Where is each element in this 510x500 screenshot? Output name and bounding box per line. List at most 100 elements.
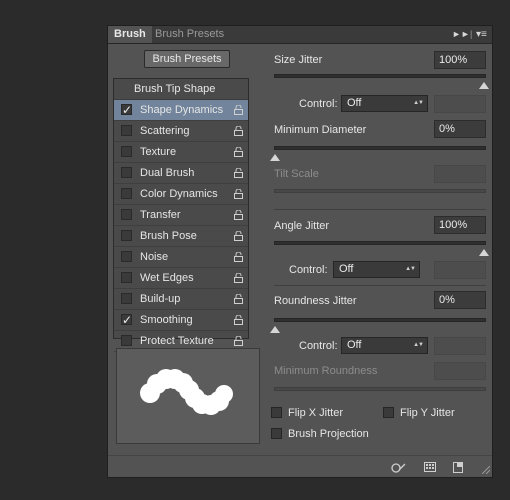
lock-icon[interactable]: [234, 252, 243, 262]
shape-dynamics-label: Shape Dynamics: [140, 104, 224, 116]
lock-icon[interactable]: [234, 231, 243, 241]
minimum-roundness-slider: [274, 387, 486, 391]
dual-brush-checkbox[interactable]: [121, 167, 132, 178]
scattering-checkbox[interactable]: [121, 125, 132, 136]
build-up-label: Build-up: [140, 293, 181, 305]
select-arrows-icon: ▲▼: [413, 100, 424, 106]
roundness-control-fade-field: [434, 337, 486, 355]
smoothing-checkbox[interactable]: [121, 310, 132, 330]
flip-x-jitter-checkbox[interactable]: [271, 407, 282, 418]
brush-projection-checkbox[interactable]: [271, 428, 282, 439]
tilt-scale-field: [434, 165, 486, 183]
angle-jitter-slider[interactable]: [274, 241, 489, 256]
lock-icon[interactable]: [234, 189, 243, 199]
wet-edges-label: Wet Edges: [140, 272, 194, 284]
angle-jitter-label: Angle Jitter: [274, 220, 330, 232]
angle-control-fade-field: [434, 261, 486, 279]
list-item[interactable]: Scattering: [114, 121, 248, 142]
roundness-control-value: Off: [347, 339, 362, 351]
divider: [274, 209, 486, 210]
build-up-checkbox[interactable]: [121, 293, 132, 304]
lock-icon[interactable]: [234, 168, 243, 178]
lock-icon[interactable]: [234, 105, 243, 115]
color-dynamics-checkbox[interactable]: [121, 188, 132, 199]
lock-icon[interactable]: [234, 294, 243, 304]
brush-pose-checkbox[interactable]: [121, 230, 132, 241]
brush-settings-list: Brush Tip Shape Shape Dynamics Scattering…: [113, 78, 249, 352]
slider-thumb-icon[interactable]: [479, 249, 489, 256]
panel-tab-bar: Brush Brush Presets ►► | ▾≡: [108, 26, 492, 44]
list-item[interactable]: Brush Pose: [114, 226, 248, 247]
lock-icon[interactable]: [234, 315, 243, 325]
texture-label: Texture: [140, 146, 177, 158]
stroke-preview-image: [140, 369, 233, 415]
lock-icon[interactable]: [234, 147, 243, 157]
list-item[interactable]: Wet Edges: [114, 268, 248, 289]
list-item[interactable]: Build-up: [114, 289, 248, 310]
slider-thumb-icon[interactable]: [479, 82, 489, 89]
brush-grid-icon[interactable]: [424, 461, 436, 473]
brush-projection-label: Brush Projection: [288, 428, 369, 440]
flip-y-jitter-label: Flip Y Jitter: [400, 407, 455, 419]
resize-grip-icon[interactable]: [482, 466, 490, 474]
tilt-scale-label: Tilt Scale: [274, 168, 319, 180]
roundness-jitter-field[interactable]: 0%: [434, 291, 486, 309]
tab-brush-presets[interactable]: Brush Presets: [149, 26, 230, 43]
scattering-label: Scattering: [140, 125, 190, 137]
list-item[interactable]: Color Dynamics: [114, 184, 248, 205]
brush-stroke-preview: [116, 348, 260, 444]
shape-dynamics-checkbox[interactable]: [121, 100, 132, 120]
panel-menu-icon[interactable]: ▾≡: [476, 26, 487, 43]
tab-brush[interactable]: Brush: [108, 26, 152, 43]
size-jitter-field[interactable]: 100%: [434, 51, 486, 69]
minimum-roundness-field: [434, 362, 486, 380]
angle-control-select[interactable]: Off ▲▼: [333, 261, 420, 278]
footer-divider: [108, 455, 492, 456]
divider: |: [470, 29, 473, 39]
flip-x-jitter-label: Flip X Jitter: [288, 407, 344, 419]
list-item[interactable]: Smoothing: [114, 310, 248, 331]
noise-label: Noise: [140, 251, 169, 263]
brush-panel: Brush Brush Presets ►► | ▾≡ Brush Preset…: [107, 25, 493, 478]
transfer-checkbox[interactable]: [121, 209, 132, 220]
lock-icon[interactable]: [234, 273, 243, 283]
transfer-label: Transfer: [140, 209, 181, 221]
list-item[interactable]: Transfer: [114, 205, 248, 226]
smoothing-label: Smoothing: [140, 314, 193, 326]
lock-icon[interactable]: [234, 210, 243, 220]
minimum-diameter-field[interactable]: 0%: [434, 120, 486, 138]
angle-jitter-field[interactable]: 100%: [434, 216, 486, 234]
list-item[interactable]: Shape Dynamics: [114, 100, 248, 121]
slider-thumb-icon[interactable]: [270, 154, 280, 161]
brush-presets-button[interactable]: Brush Presets: [144, 50, 230, 68]
brush-tip-shape-item[interactable]: Brush Tip Shape: [114, 79, 248, 100]
protect-texture-checkbox[interactable]: [121, 335, 132, 346]
minimum-diameter-slider[interactable]: [270, 146, 486, 161]
control-label: Control:: [299, 340, 338, 352]
minimum-roundness-label: Minimum Roundness: [274, 365, 378, 377]
select-arrows-icon: ▲▼: [413, 342, 424, 348]
texture-checkbox[interactable]: [121, 146, 132, 157]
roundness-jitter-label: Roundness Jitter: [274, 295, 357, 307]
brush-pose-label: Brush Pose: [140, 230, 197, 242]
roundness-jitter-slider[interactable]: [270, 318, 486, 333]
collapse-panel-icon[interactable]: ►►: [452, 26, 470, 43]
list-item[interactable]: Noise: [114, 247, 248, 268]
tilt-scale-slider: [274, 189, 486, 193]
lock-icon[interactable]: [234, 336, 243, 346]
color-dynamics-label: Color Dynamics: [140, 188, 218, 200]
lock-icon[interactable]: [234, 126, 243, 136]
size-control-select[interactable]: Off ▲▼: [341, 95, 428, 112]
create-new-brush-icon[interactable]: [452, 461, 464, 473]
flip-y-jitter-checkbox[interactable]: [383, 407, 394, 418]
size-control-value: Off: [347, 97, 362, 109]
toggle-live-tip-icon[interactable]: [390, 461, 406, 473]
list-item[interactable]: Dual Brush: [114, 163, 248, 184]
noise-checkbox[interactable]: [121, 251, 132, 262]
list-item[interactable]: Texture: [114, 142, 248, 163]
wet-edges-checkbox[interactable]: [121, 272, 132, 283]
size-jitter-slider[interactable]: [274, 74, 489, 89]
roundness-control-select[interactable]: Off ▲▼: [341, 337, 428, 354]
size-jitter-label: Size Jitter: [274, 54, 323, 66]
slider-thumb-icon[interactable]: [270, 326, 280, 333]
